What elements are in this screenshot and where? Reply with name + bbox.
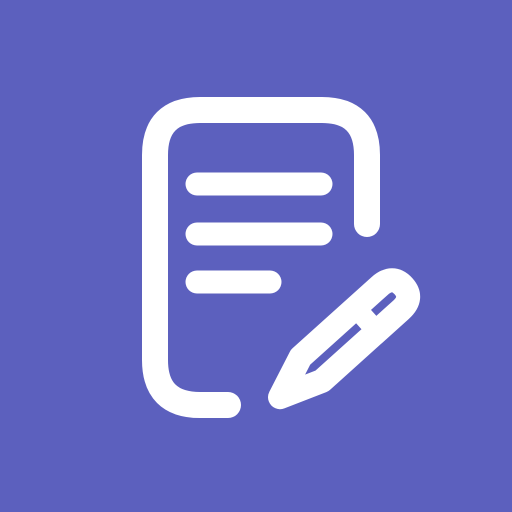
pencil-ferrule <box>346 299 386 340</box>
text-lines <box>185 172 333 294</box>
pencil-body <box>268 268 421 410</box>
pencil-icon <box>268 268 421 410</box>
notes-edit-icon <box>142 97 421 418</box>
app-icon-tile[interactable] <box>0 0 512 512</box>
